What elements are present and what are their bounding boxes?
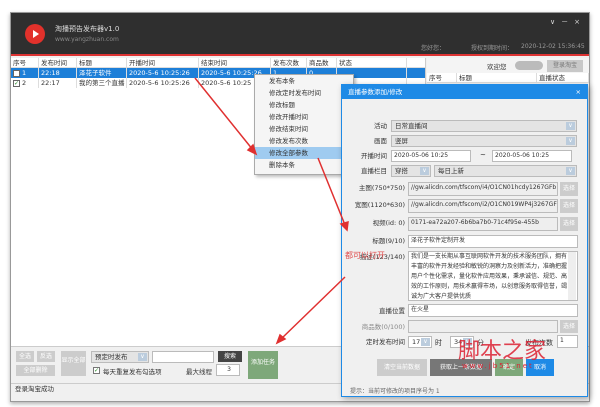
watermark-url: www.jb51.net [462,362,534,370]
arrow-head-icon [339,220,349,232]
watermark-logo: 脚本之家 [458,339,547,364]
arrow-to-dialog [317,157,346,226]
arrow-to-menu [194,77,254,151]
arrow-to-add-task [279,276,346,341]
